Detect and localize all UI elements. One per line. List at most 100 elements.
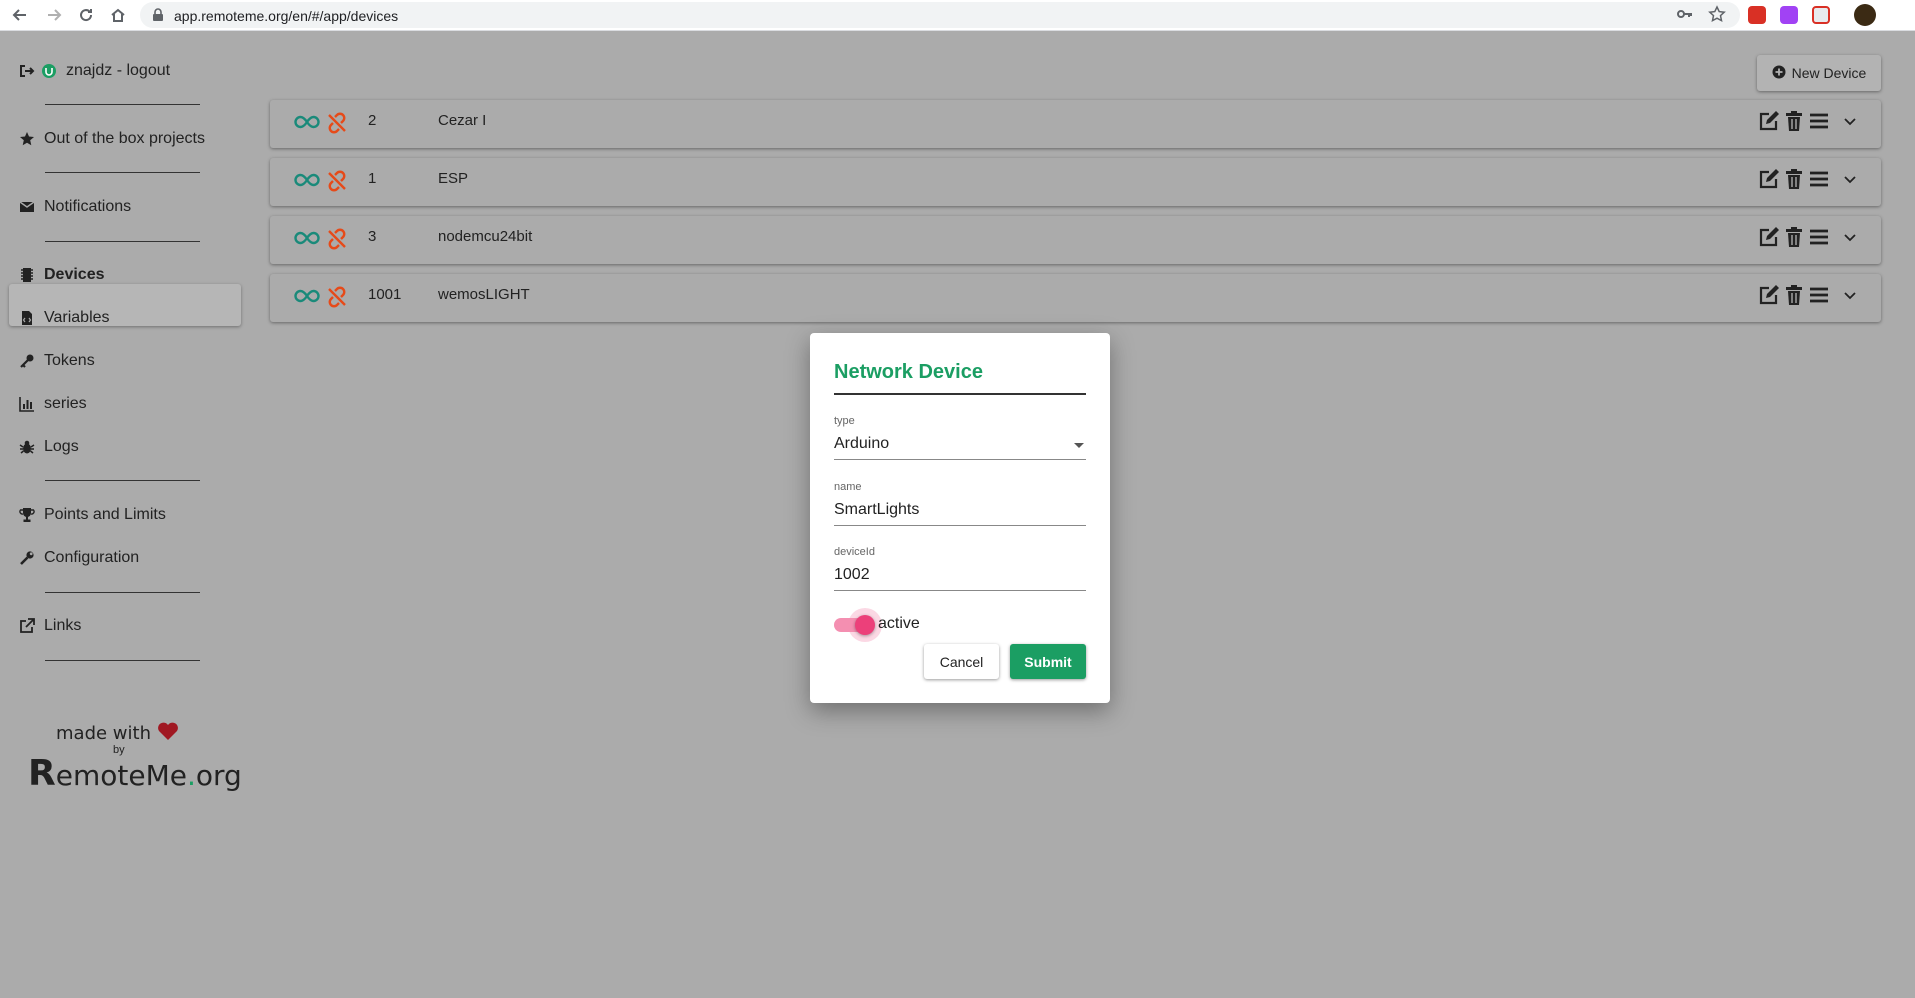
- chevron-down-icon[interactable]: [1843, 230, 1857, 249]
- trash-icon[interactable]: [1785, 285, 1803, 310]
- trash-icon[interactable]: [1785, 111, 1803, 136]
- external-link-icon: [18, 617, 36, 635]
- logout-link[interactable]: znajdz - logout: [18, 56, 170, 86]
- divider: [45, 660, 200, 661]
- extension-icon[interactable]: [1780, 6, 1798, 24]
- cancel-button[interactable]: Cancel: [924, 644, 999, 679]
- submit-button[interactable]: Submit: [1010, 644, 1086, 679]
- edit-icon[interactable]: [1759, 227, 1779, 252]
- menu-icon[interactable]: [1809, 170, 1829, 193]
- sidebar-item-label: Logs: [44, 438, 79, 455]
- device-row[interactable]: 2 Cezar I: [270, 100, 1881, 148]
- sidebar-item-devices[interactable]: Devices: [18, 260, 105, 290]
- name-field[interactable]: SmartLights: [834, 501, 1086, 519]
- bug-icon: [18, 438, 36, 456]
- sidebar-item-notifications[interactable]: Notifications: [18, 192, 131, 222]
- device-id: 1: [368, 170, 377, 187]
- device-actions: [1759, 227, 1857, 252]
- active-toggle[interactable]: [855, 615, 875, 635]
- active-label: active: [878, 615, 920, 632]
- menu-icon[interactable]: [1809, 228, 1829, 251]
- sidebar: znajdz - logout Out of the box projects …: [0, 31, 250, 998]
- logo-r: R: [28, 753, 56, 794]
- sidebar-item-label: Variables: [44, 309, 110, 326]
- disconnected-link-icon: [326, 228, 348, 255]
- device-row[interactable]: 3 nodemcu24bit: [270, 216, 1881, 264]
- home-icon[interactable]: [106, 3, 130, 27]
- name-label: name: [834, 481, 862, 493]
- sidebar-item-logs[interactable]: Logs: [18, 432, 79, 462]
- sidebar-item-tokens[interactable]: Tokens: [18, 346, 95, 376]
- arduino-infinity-icon: [294, 173, 320, 192]
- cast-icon[interactable]: [1812, 6, 1830, 24]
- sidebar-item-label: Tokens: [44, 352, 95, 369]
- chevron-down-icon[interactable]: [1843, 172, 1857, 191]
- sidebar-item-variables[interactable]: Variables: [18, 303, 110, 333]
- arduino-infinity-icon: [294, 289, 320, 308]
- menu-icon[interactable]: [1809, 112, 1829, 135]
- divider: [45, 172, 200, 173]
- deviceid-label: deviceId: [834, 546, 875, 558]
- avatar[interactable]: [1854, 4, 1876, 26]
- star-icon: [18, 130, 36, 148]
- device-id: 1001: [368, 286, 402, 303]
- chevron-down-icon[interactable]: [1843, 288, 1857, 307]
- forward-icon[interactable]: [42, 3, 66, 27]
- device-id: 2: [368, 112, 377, 129]
- back-icon[interactable]: [8, 3, 32, 27]
- browser-toolbar: app.remoteme.org/en/#/app/devices: [0, 0, 1915, 31]
- sidebar-item-label: Notifications: [44, 198, 132, 215]
- sidebar-item-out-of-the-box-projects[interactable]: Out of the box projects: [18, 124, 205, 154]
- name-underline: [834, 525, 1086, 526]
- caret-down-icon[interactable]: [1074, 443, 1084, 448]
- bookmark-star-icon[interactable]: [1708, 5, 1726, 28]
- made-with-label: made with: [56, 723, 151, 744]
- sidebar-item-label: Points and Limits: [44, 506, 166, 523]
- edit-icon[interactable]: [1759, 111, 1779, 136]
- device-actions: [1759, 111, 1857, 136]
- device-row[interactable]: 1 ESP: [270, 158, 1881, 206]
- sidebar-item-configuration[interactable]: Configuration: [18, 543, 139, 573]
- deviceid-field[interactable]: 1002: [834, 566, 1086, 584]
- sidebar-item-points-and-limits[interactable]: Points and Limits: [18, 500, 166, 530]
- file-code-icon: [18, 309, 36, 327]
- extension-icon[interactable]: [1748, 6, 1766, 24]
- device-name: Cezar I: [438, 112, 487, 129]
- key-icon: [18, 352, 36, 370]
- dialog-title: Network Device: [834, 361, 983, 383]
- arduino-infinity-icon: [294, 231, 320, 250]
- logo-tld: org: [195, 759, 242, 792]
- device-row[interactable]: 1001 wemosLIGHT: [270, 274, 1881, 322]
- title-underline: [834, 393, 1086, 395]
- user-avatar-icon: [40, 62, 58, 80]
- divider: [45, 241, 200, 242]
- device-name: ESP: [438, 170, 469, 187]
- edit-icon[interactable]: [1759, 285, 1779, 310]
- sidebar-item-series[interactable]: series: [18, 389, 87, 419]
- new-device-label: New Device: [1791, 65, 1867, 81]
- menu-icon[interactable]: [1809, 286, 1829, 309]
- sidebar-item-label: series: [44, 395, 87, 412]
- type-underline: [834, 459, 1086, 460]
- deviceid-underline: [834, 590, 1086, 591]
- chip-icon: [18, 266, 36, 284]
- wrench-icon: [18, 549, 36, 567]
- sidebar-item-label: Configuration: [44, 549, 140, 566]
- address-bar[interactable]: app.remoteme.org/en/#/app/devices: [140, 2, 1740, 28]
- divider: [45, 480, 200, 481]
- network-device-dialog: Network Device type Arduino name SmartLi…: [810, 333, 1110, 703]
- remoteme-logo[interactable]: RemoteMe.org: [28, 753, 242, 794]
- trash-icon[interactable]: [1785, 227, 1803, 252]
- sidebar-item-links[interactable]: Links: [18, 611, 81, 641]
- user-logout-label: znajdz - logout: [66, 62, 171, 79]
- edit-icon[interactable]: [1759, 169, 1779, 194]
- sign-out-icon: [18, 62, 36, 80]
- trash-icon[interactable]: [1785, 169, 1803, 194]
- new-device-button[interactable]: New Device: [1757, 55, 1881, 91]
- key-icon[interactable]: [1676, 5, 1694, 28]
- reload-icon[interactable]: [74, 3, 98, 27]
- disconnected-link-icon: [326, 112, 348, 139]
- envelope-icon: [18, 198, 36, 216]
- chevron-down-icon[interactable]: [1843, 114, 1857, 133]
- type-select[interactable]: Arduino: [834, 435, 1086, 453]
